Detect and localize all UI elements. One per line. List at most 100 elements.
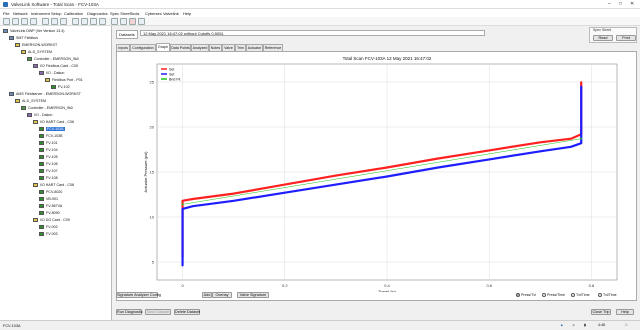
tab-configuration[interactable]: Configuration <box>130 44 156 51</box>
notification-icon[interactable]: □ <box>625 323 627 329</box>
close-icon[interactable]: ✕ <box>630 1 634 7</box>
menu-tools[interactable]: Tools <box>130 11 139 16</box>
help-button[interactable]: Help <box>616 309 634 315</box>
tab-graph[interactable]: Graph <box>156 43 170 51</box>
tree-node-label: AI-D_SYSTEM <box>22 99 46 104</box>
menu-file[interactable]: File <box>3 11 9 16</box>
help-icon[interactable] <box>138 18 145 25</box>
menu-help[interactable]: Help <box>183 11 191 16</box>
menu-diagnostics[interactable]: Diagnostics <box>87 11 108 16</box>
tree-node[interactable]: FV-867VA <box>39 203 62 209</box>
tree-node[interactable]: Controller - EMERSON_9k0 <box>21 105 73 111</box>
tree-node-label: I/O - Dakun <box>34 113 53 118</box>
tree-node[interactable]: I/O HART Card - C08 <box>33 182 74 188</box>
valve-icon <box>39 155 44 160</box>
radio-press-time[interactable]: Press/Time <box>542 293 565 298</box>
menu-calibration[interactable]: Calibration <box>64 11 83 16</box>
run-diagnostic-button[interactable]: Run Diagnostic <box>116 309 143 315</box>
refresh-icon[interactable] <box>42 18 49 25</box>
valve-signature-button[interactable]: Valve Signature <box>237 292 269 298</box>
data-point <box>386 166 388 169</box>
print-button[interactable]: Print <box>616 35 636 41</box>
tree-node[interactable]: ValveLink DWP (Ver Version 13.4) <box>3 28 64 34</box>
datasets-tab[interactable]: Datasets <box>116 30 138 39</box>
tab-trim[interactable]: Trim <box>235 44 246 51</box>
new-icon[interactable] <box>3 18 10 25</box>
tab-notes[interactable]: Notes <box>209 44 222 51</box>
valve-icon <box>39 148 44 153</box>
tab-analyzed[interactable]: Analyzed <box>191 44 209 51</box>
radio-tvl-time-2[interactable]: Tvl/Time <box>598 293 617 298</box>
disconnect-icon[interactable] <box>60 18 67 25</box>
tree-node[interactable]: SMT Fieldbus <box>9 35 38 41</box>
signature-config-button[interactable]: Signature Analyzer Config <box>116 292 161 298</box>
graph-icon[interactable] <box>81 18 88 25</box>
save-icon[interactable] <box>21 18 28 25</box>
tree-node[interactable]: FV-104 <box>39 147 58 153</box>
port-icon <box>45 78 50 83</box>
open-icon[interactable] <box>12 18 19 25</box>
close-trip-button[interactable]: Close Trip <box>591 309 611 315</box>
tree-node[interactable]: I/O DO Card - C09 <box>33 217 70 223</box>
card-icon <box>33 218 38 223</box>
menu-network[interactable]: Network <box>13 11 28 16</box>
tree-node[interactable]: VB-901 <box>39 196 58 202</box>
tree-node[interactable]: FV-101 <box>39 140 58 146</box>
tab-valve[interactable]: Valve <box>222 44 235 51</box>
tree-node[interactable]: I/O Fieldbus Card - C05 <box>33 63 78 69</box>
tree-node[interactable]: FV-106 <box>39 161 58 167</box>
zoom-icon[interactable] <box>111 18 118 25</box>
tree-node[interactable]: FV-107 <box>39 168 58 174</box>
settings-icon[interactable] <box>120 18 127 25</box>
tree-node[interactable]: FV-003 <box>39 231 58 237</box>
volume-icon[interactable]: ♫ <box>572 323 575 329</box>
tab-data-points[interactable]: Data Points <box>170 44 191 51</box>
data-point <box>181 208 184 210</box>
tree-node[interactable]: AMS Fieldserver - EMERSON-WORKST <box>9 91 81 97</box>
valve-icon <box>39 176 44 181</box>
tab-actuator[interactable]: Actuator <box>246 44 263 51</box>
diagnostic-icon[interactable] <box>90 18 97 25</box>
tree-node[interactable]: AI-D_SYSTEM <box>15 98 46 104</box>
tag-icon[interactable] <box>72 18 79 25</box>
tree-node[interactable]: FCV-103A <box>39 126 65 132</box>
data-point <box>570 145 572 148</box>
minimize-icon[interactable]: – <box>608 1 611 7</box>
add-button[interactable]: Add <box>202 292 212 298</box>
dataset-select[interactable]: 12 May 2021 16:47:02 without Cutoffs 0.5… <box>140 30 485 36</box>
tree-node[interactable]: FV-102 <box>51 84 70 90</box>
battery-icon[interactable]: ▮ <box>584 323 586 329</box>
tree-node[interactable]: FV-105 <box>39 154 58 160</box>
tree-node-label: FCV-103B <box>46 134 63 139</box>
overlay-button[interactable]: Overlay <box>212 292 232 298</box>
tree-node[interactable]: I/O HART Card - C06 <box>33 119 74 125</box>
tree-node[interactable]: PCV-8020 <box>39 189 62 195</box>
read-button[interactable]: Read <box>593 35 613 41</box>
tree-node[interactable]: I/O - Dakun <box>27 112 52 118</box>
tree-node[interactable]: FV-002 <box>39 224 58 230</box>
tree-node[interactable]: FV-8090 <box>39 210 60 216</box>
menu-cybersec[interactable]: Cybersec Valvelink <box>145 11 179 16</box>
tree-node[interactable]: EMERSON-WORKST <box>15 42 57 48</box>
tree-node[interactable]: Controller - EMERSON_9k0 <box>27 56 79 62</box>
stop-icon[interactable] <box>129 18 136 25</box>
tree-node[interactable]: FCV-103B <box>39 133 63 139</box>
print-icon[interactable] <box>30 18 37 25</box>
device-tree[interactable]: ValveLink DWP (Ver Version 13.4) SMT Fiel… <box>0 26 112 320</box>
tree-node[interactable]: FV-108 <box>39 175 58 181</box>
connect-icon[interactable] <box>51 18 58 25</box>
tree-node[interactable]: Fieldbus Port - P01 <box>45 77 83 83</box>
network-icon[interactable]: ▲ <box>560 323 564 329</box>
delete-dataset-button[interactable]: Delete Dataset <box>174 309 200 315</box>
save-dataset-button[interactable]: Save Dataset <box>145 309 171 315</box>
maximize-icon[interactable]: □ <box>619 1 622 7</box>
tab-reference[interactable]: Reference <box>263 44 283 51</box>
radio-tvl-time[interactable]: Tvl/Time <box>571 293 590 298</box>
menu-spec-sheet[interactable]: Spec Sheet <box>110 11 131 16</box>
radio-press-tvl[interactable]: Press/Tvl <box>516 293 536 298</box>
tree-node[interactable]: I/O - Dakun <box>39 70 64 76</box>
calibrate-icon[interactable] <box>99 18 106 25</box>
tab-inputs[interactable]: Inputs <box>116 44 130 51</box>
tree-node[interactable]: AI-D_SYSTEM <box>21 49 52 55</box>
menu-instrument-setup[interactable]: Instrument Setup <box>31 11 61 16</box>
